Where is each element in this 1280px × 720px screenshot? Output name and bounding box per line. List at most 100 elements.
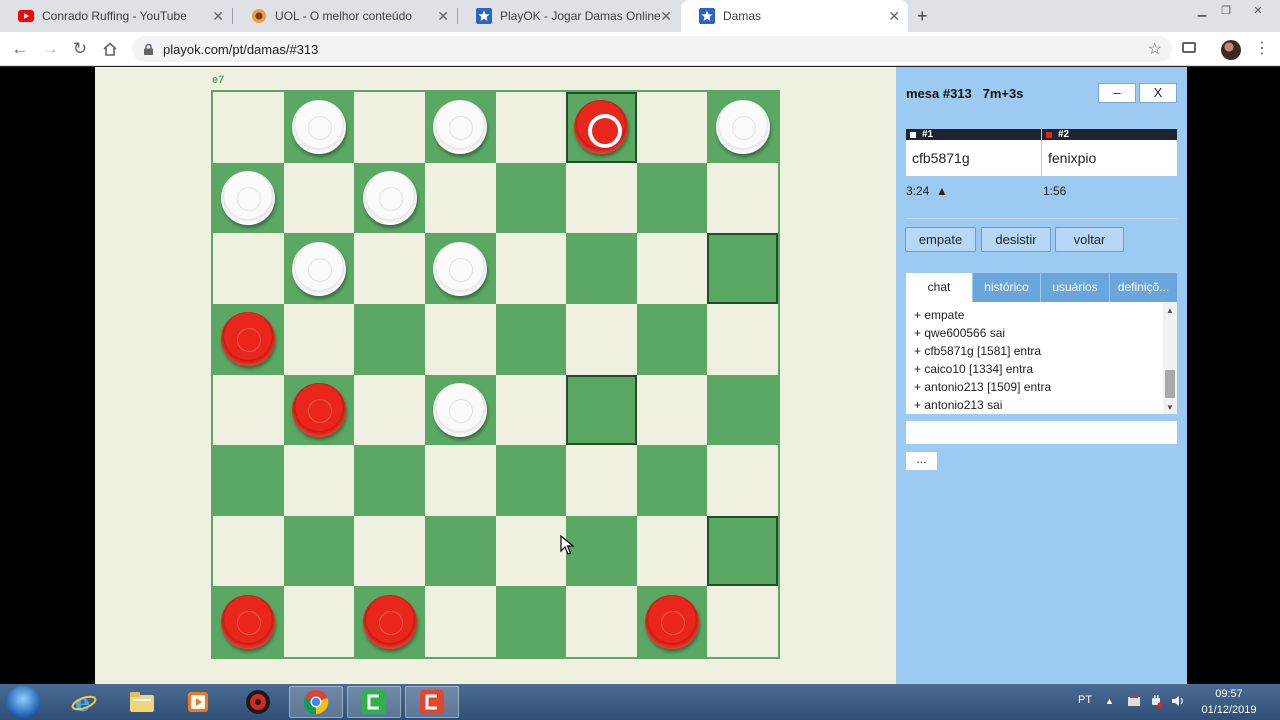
white-checker-piece[interactable] [221,170,276,225]
internet-explorer-icon[interactable]: e [57,686,111,718]
board-square[interactable] [424,445,496,516]
app-red-logo-icon[interactable] [231,686,285,718]
board-square[interactable] [283,92,355,163]
board-square[interactable] [213,374,284,446]
minimize-panel-button[interactable]: – [1098,83,1136,103]
white-checker-piece[interactable] [291,241,346,296]
board-square[interactable] [213,162,284,234]
scroll-down-icon[interactable]: ▼ [1166,403,1174,412]
board-square[interactable] [495,303,567,375]
board-square[interactable] [424,586,496,657]
board-square[interactable] [283,586,355,657]
system-clock-date[interactable]: 01/12/2019 [1201,704,1257,716]
tray-expand-icon[interactable]: ▲ [1105,696,1114,706]
bookmark-star-icon[interactable]: ☆ [1148,39,1162,59]
board-square[interactable] [707,515,778,587]
board-square[interactable] [213,445,284,516]
close-panel-button[interactable]: X [1139,83,1177,103]
media-player-icon[interactable] [171,686,225,718]
board-square[interactable] [283,303,355,375]
board-square[interactable] [213,586,284,657]
new-tab-button[interactable]: + [917,6,928,27]
back-button[interactable]: voltar [1055,227,1124,252]
board-square[interactable] [283,374,355,446]
more-options-button[interactable]: ... [906,452,937,470]
tab-youtube[interactable]: Conrado Ruffing - YouTube ✕ [0,0,232,32]
board-square[interactable] [636,445,708,516]
board-square[interactable] [213,515,284,587]
cast-icon[interactable] [1182,42,1196,53]
board-square[interactable] [283,162,355,234]
board-square[interactable] [495,445,567,516]
forward-arrow-icon[interactable]: → [39,38,61,60]
reload-icon[interactable]: ↻ [69,38,91,60]
board-square[interactable] [424,92,496,163]
board-square[interactable] [354,445,425,516]
close-icon[interactable]: ✕ [212,9,224,23]
address-bar[interactable]: playok.com/pt/damas/#313 ☆ [132,36,1172,62]
board-square[interactable] [707,92,778,163]
start-button[interactable] [6,686,40,718]
board-square[interactable] [495,374,567,446]
board-square[interactable] [566,233,637,304]
tab-uol[interactable]: UOL - O melhor conteúdo ✕ [233,0,457,32]
board-square[interactable] [495,515,567,587]
board-square[interactable] [566,515,637,587]
tab-history[interactable]: histórico [973,273,1040,302]
white-checker-piece[interactable] [362,170,417,225]
minimize-window-icon[interactable]: ▁ [1192,4,1212,20]
camtasia-red-icon[interactable] [405,686,459,718]
back-arrow-icon[interactable]: ← [9,38,31,60]
close-icon[interactable]: ✕ [660,9,672,23]
seat-2[interactable]: #2 fenixpio [1042,129,1177,176]
system-clock-time[interactable]: 09:57 [1201,688,1257,700]
board-square[interactable] [707,586,778,657]
white-checker-piece[interactable] [433,100,488,155]
language-indicator[interactable]: PT [1078,694,1092,706]
board-square[interactable] [424,303,496,375]
board-square[interactable] [566,374,637,446]
board-square[interactable] [354,233,425,304]
tray-app-icon[interactable] [1127,694,1141,711]
board-square[interactable] [566,445,637,516]
board-square[interactable] [354,92,425,163]
board-square[interactable] [566,162,637,234]
white-checker-piece[interactable] [291,100,346,155]
red-checker-piece[interactable] [645,594,700,649]
restore-window-icon[interactable]: ❐ [1216,4,1236,20]
board-square[interactable] [566,92,637,163]
chat-input[interactable] [906,421,1177,444]
board-square[interactable] [636,374,708,446]
chrome-icon[interactable] [289,686,343,718]
scroll-up-icon[interactable]: ▲ [1166,306,1174,315]
tab-users[interactable]: usuários [1041,273,1109,302]
board-square[interactable] [707,374,778,446]
tab-chat[interactable]: chat [906,273,972,302]
board-square[interactable] [636,233,708,304]
board-square[interactable] [636,303,708,375]
close-icon[interactable]: ✕ [888,9,900,23]
board-square[interactable] [354,586,425,657]
tab-settings[interactable]: definiçõ... [1110,273,1177,302]
scroll-thumb[interactable] [1165,370,1175,398]
home-icon[interactable] [99,38,121,60]
board-square[interactable] [636,515,708,587]
board-square[interactable] [424,374,496,446]
board-square[interactable] [566,303,637,375]
browser-menu-icon[interactable]: ⋮ [1254,38,1270,58]
red-checker-piece[interactable] [291,382,346,437]
board-square[interactable] [283,515,355,587]
tab-playok[interactable]: PlayOK - Jogar Damas Online gra ✕ [458,0,680,32]
volume-icon[interactable] [1171,694,1185,711]
board-square[interactable] [354,515,425,587]
white-checker-piece[interactable] [433,382,488,437]
board-square[interactable] [283,233,355,304]
board-square[interactable] [495,162,567,234]
board-square[interactable] [354,374,425,446]
checkers-board[interactable] [211,90,780,659]
close-window-icon[interactable]: ✕ [1248,4,1268,20]
tab-damas[interactable]: Damas ✕ [681,0,908,32]
camtasia-green-icon[interactable] [347,686,401,718]
board-square[interactable] [707,303,778,375]
board-square[interactable] [213,92,284,163]
